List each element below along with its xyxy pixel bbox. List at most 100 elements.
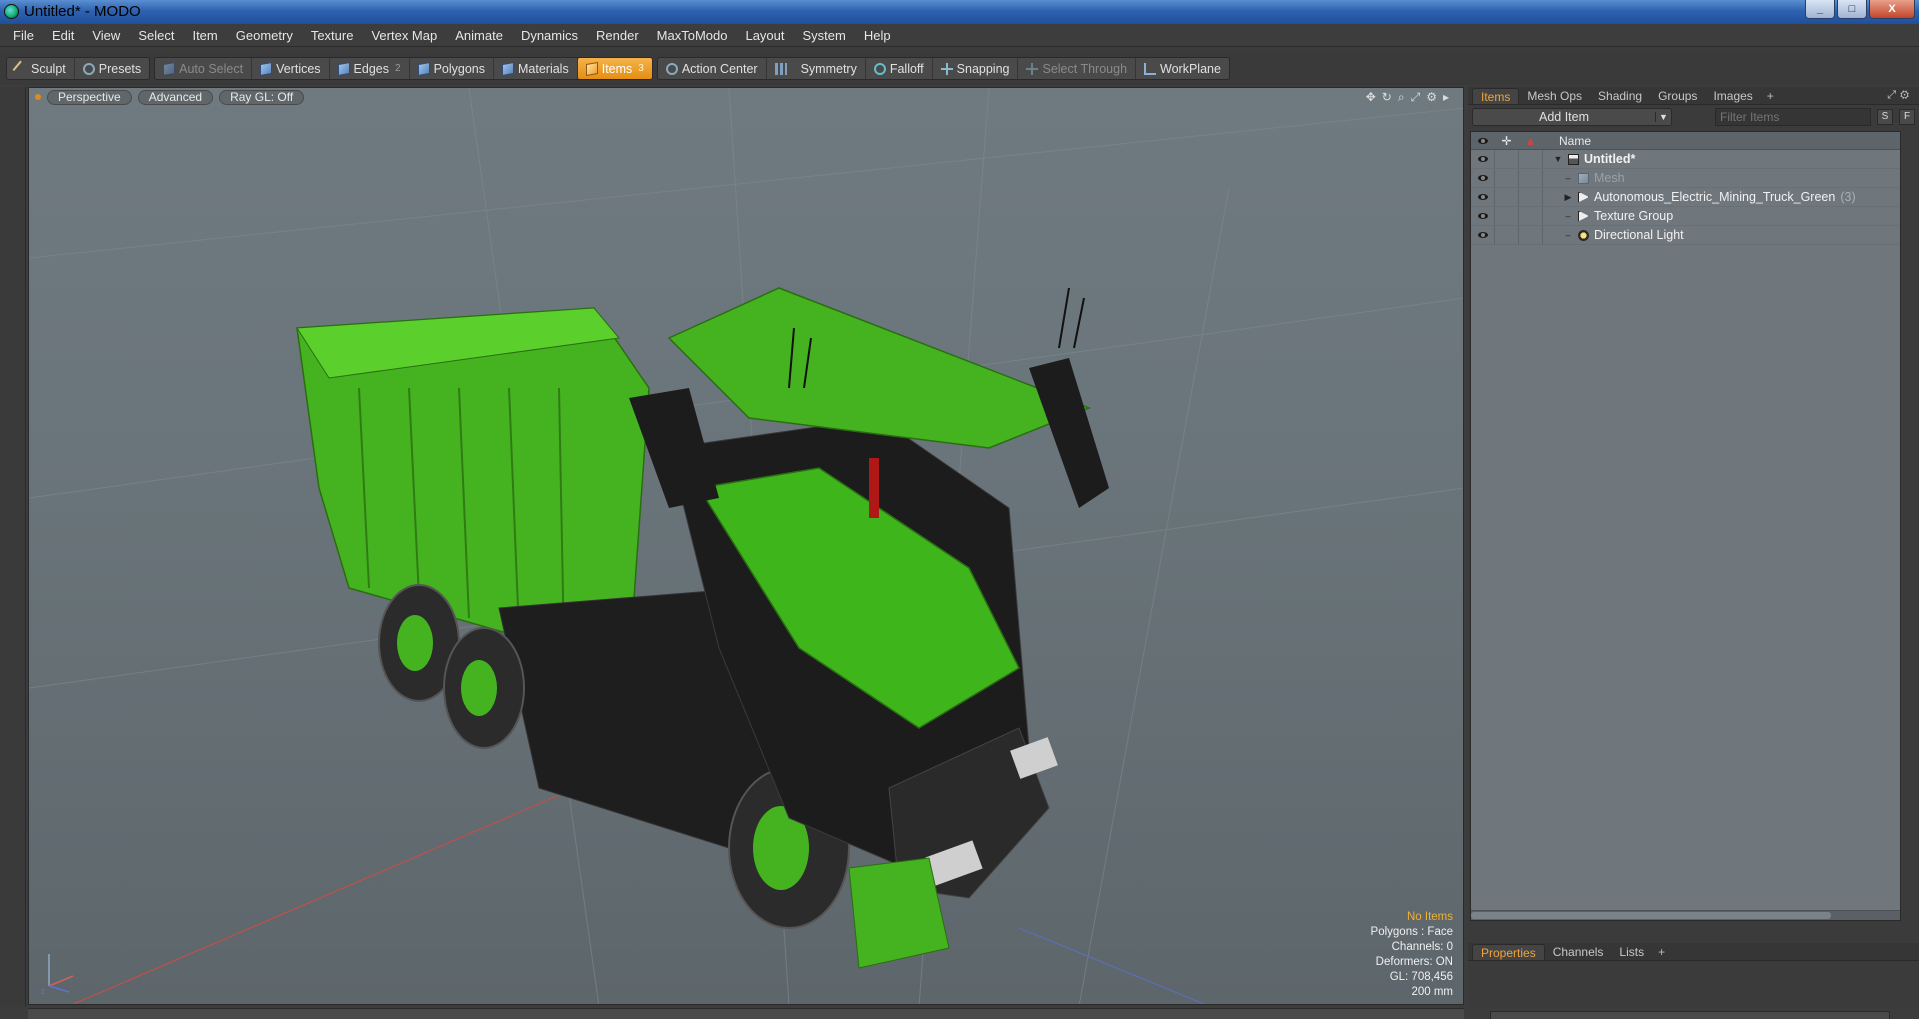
symmetry-button[interactable]: Symmetry: [767, 58, 866, 79]
lock-column-icon[interactable]: ✛: [1495, 132, 1519, 149]
menu-texture[interactable]: Texture: [302, 24, 363, 47]
expand-triangle-icon[interactable]: ▼: [1553, 154, 1563, 164]
view-type-dropdown[interactable]: Perspective: [47, 89, 132, 105]
items-button[interactable]: Items 3: [577, 58, 652, 79]
visibility-column-icon[interactable]: [1471, 132, 1495, 149]
polygons-button[interactable]: Polygons: [410, 58, 494, 79]
3d-viewport[interactable]: Perspective Advanced Ray GL: Off ✥ ↻ ⌕ ⤢…: [28, 87, 1464, 1005]
rotate-icon[interactable]: ↻: [1382, 90, 1392, 105]
presets-button[interactable]: Presets: [75, 58, 149, 79]
workplane-icon: [1144, 62, 1157, 75]
polygons-mode-status: Polygons : Face: [1370, 926, 1453, 938]
mesh-label: Mesh: [1594, 171, 1625, 185]
add-tab-icon[interactable]: +: [1652, 944, 1671, 960]
mesh-icon: [1578, 172, 1589, 184]
pan-icon[interactable]: ✥: [1366, 90, 1376, 105]
raygl-toggle[interactable]: Ray GL: Off: [219, 89, 305, 105]
tab-shading[interactable]: Shading: [1590, 88, 1650, 104]
falloff-button[interactable]: Falloff: [866, 58, 933, 79]
menu-view[interactable]: View: [83, 24, 129, 47]
action-center-button[interactable]: Action Center: [658, 58, 767, 79]
item-list-tree: ✛ ▲ Name ▼ Untitled* – Mesh ▶ Autonomous…: [1470, 131, 1901, 921]
scene-label: Untitled*: [1584, 152, 1636, 166]
tab-items[interactable]: Items: [1472, 88, 1520, 104]
render-column-icon[interactable]: ▲: [1519, 132, 1543, 149]
tree-name-cell: – Mesh: [1543, 171, 1625, 185]
menu-system[interactable]: System: [794, 24, 855, 47]
truck-child-count: (3): [1840, 190, 1856, 204]
snapping-button[interactable]: Snapping: [933, 58, 1019, 79]
settings-gear-icon[interactable]: ⚙: [1426, 90, 1437, 105]
right-panel: Items Mesh Ops Shading Groups Images + ⤢…: [1468, 87, 1919, 1019]
scrollbar-thumb[interactable]: [1471, 912, 1831, 919]
shading-style-dropdown[interactable]: Advanced: [137, 89, 214, 105]
menu-layout[interactable]: Layout: [736, 24, 793, 47]
menu-geometry[interactable]: Geometry: [227, 24, 302, 47]
items-count-badge: 3: [638, 63, 644, 74]
window-controls: _ □ X: [1805, 0, 1915, 20]
add-item-dropdown[interactable]: Add Item ▼: [1472, 108, 1672, 126]
menu-edit[interactable]: Edit: [43, 24, 83, 47]
tab-images[interactable]: Images: [1705, 88, 1760, 104]
tree-row-texture-group[interactable]: – Texture Group: [1471, 207, 1900, 226]
render-cell: [1519, 207, 1543, 225]
maximize-button[interactable]: □: [1837, 0, 1867, 19]
menu-item[interactable]: Item: [183, 24, 226, 47]
tab-properties[interactable]: Properties: [1472, 944, 1545, 960]
menu-help[interactable]: Help: [855, 24, 900, 47]
workplane-button[interactable]: WorkPlane: [1136, 58, 1229, 79]
add-tab-icon[interactable]: +: [1761, 88, 1780, 104]
visibility-eye-icon[interactable]: [1471, 150, 1495, 168]
auto-select-button[interactable]: Auto Select: [155, 58, 253, 79]
tree-row-scene[interactable]: ▼ Untitled*: [1471, 150, 1900, 169]
panel-options-icon[interactable]: ⤢⚙: [1887, 89, 1913, 102]
filter-f-button[interactable]: F: [1899, 109, 1915, 125]
sculpt-button[interactable]: Sculpt: [7, 58, 75, 79]
render-cell: [1519, 150, 1543, 168]
tree-row-truck-group[interactable]: ▶ Autonomous_Electric_Mining_Truck_Green…: [1471, 188, 1900, 207]
materials-button[interactable]: Materials: [494, 58, 578, 79]
viewport-menu-dot[interactable]: [35, 94, 41, 100]
edges-button[interactable]: Edges 2: [330, 58, 410, 79]
svg-text:z: z: [41, 987, 45, 996]
zoom-icon[interactable]: ⌕: [1398, 90, 1405, 105]
lock-cell: [1495, 207, 1519, 225]
menu-animate[interactable]: Animate: [446, 24, 512, 47]
visibility-eye-icon[interactable]: [1471, 188, 1495, 206]
visibility-eye-icon[interactable]: [1471, 169, 1495, 187]
tab-lists[interactable]: Lists: [1611, 944, 1652, 960]
sculpt-presets-group: Sculpt Presets: [6, 57, 151, 80]
tree-horizontal-scrollbar[interactable]: [1471, 910, 1900, 920]
menu-vertex-map[interactable]: Vertex Map: [362, 24, 446, 47]
menu-select[interactable]: Select: [129, 24, 183, 47]
visibility-eye-icon[interactable]: [1471, 226, 1495, 244]
tree-row-directional-light[interactable]: – Directional Light: [1471, 226, 1900, 245]
menu-bar: File Edit View Select Item Geometry Text…: [0, 24, 1919, 47]
red-strut: [869, 458, 879, 518]
select-through-button[interactable]: Select Through: [1018, 58, 1137, 79]
cab-pillar-right: [1029, 358, 1109, 508]
fit-icon[interactable]: ⤢: [1411, 90, 1421, 105]
command-input[interactable]: [1490, 1011, 1890, 1019]
render-cell: [1519, 226, 1543, 244]
tab-mesh-ops[interactable]: Mesh Ops: [1519, 88, 1590, 104]
expand-triangle-icon[interactable]: ▶: [1563, 192, 1573, 203]
menu-render[interactable]: Render: [587, 24, 648, 47]
tab-channels[interactable]: Channels: [1545, 944, 1612, 960]
name-column-header[interactable]: Name: [1543, 134, 1591, 148]
filter-items-input[interactable]: [1715, 108, 1871, 126]
channels-status: Channels: 0: [1391, 941, 1453, 953]
axis-gizmo: z: [41, 954, 74, 996]
menu-maxtomodo[interactable]: MaxToModo: [648, 24, 737, 47]
filter-s-button[interactable]: S: [1877, 109, 1893, 125]
minimize-button[interactable]: _: [1805, 0, 1835, 19]
tab-groups[interactable]: Groups: [1650, 88, 1705, 104]
tree-branch-line: –: [1565, 211, 1571, 221]
visibility-eye-icon[interactable]: [1471, 207, 1495, 225]
vertices-button[interactable]: Vertices: [252, 58, 330, 79]
menu-file[interactable]: File: [4, 24, 43, 47]
close-button[interactable]: X: [1869, 0, 1915, 19]
menu-dynamics[interactable]: Dynamics: [512, 24, 587, 47]
tree-row-mesh[interactable]: – Mesh: [1471, 169, 1900, 188]
expand-arrow-icon[interactable]: ▸: [1443, 90, 1449, 105]
